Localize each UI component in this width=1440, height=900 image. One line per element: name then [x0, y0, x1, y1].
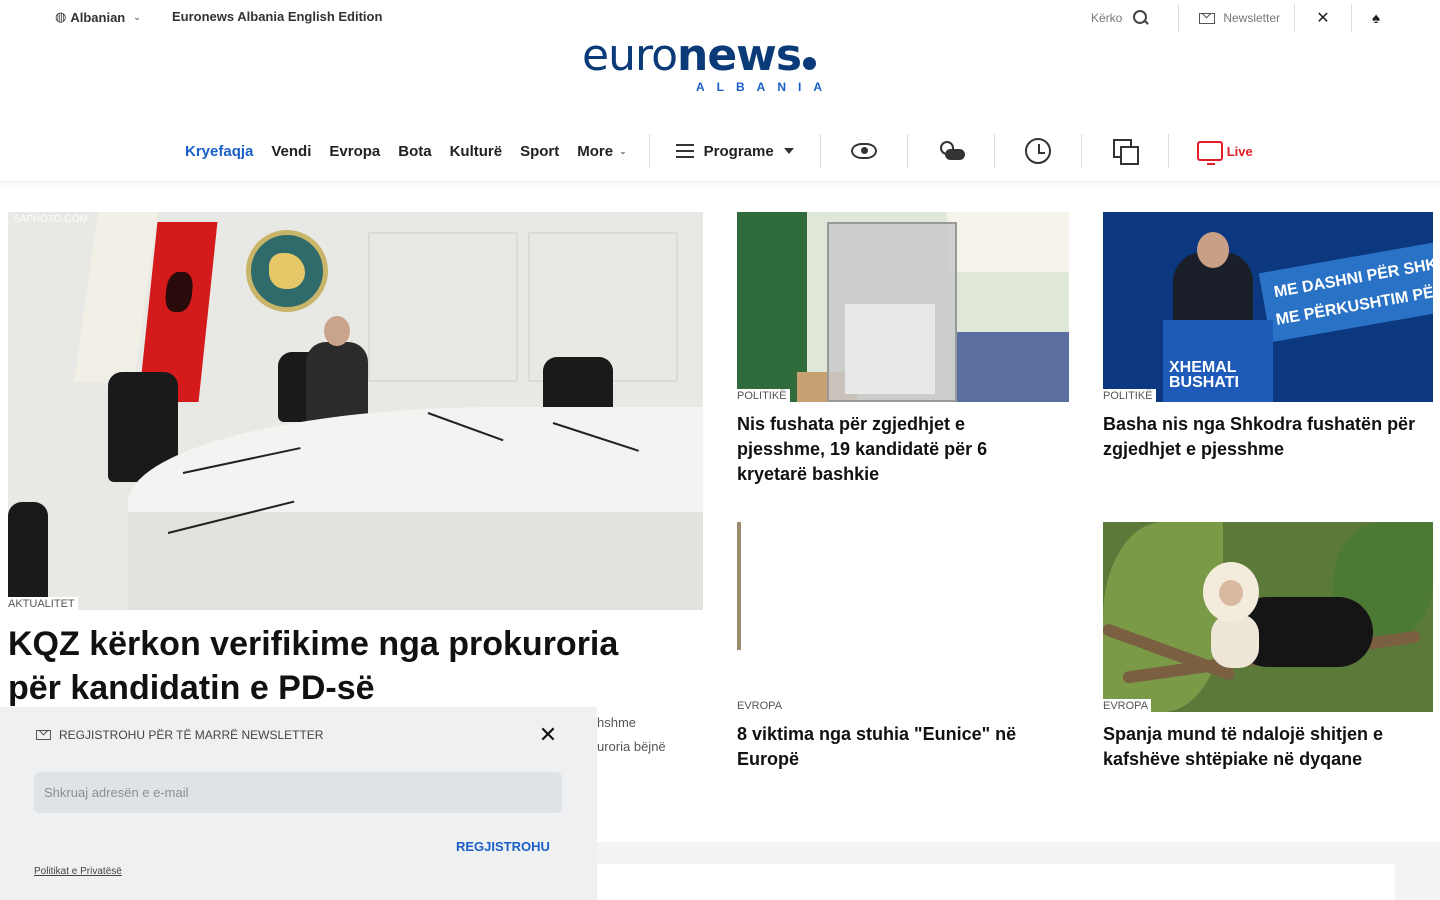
mail-icon [1199, 12, 1216, 24]
divider [1167, 134, 1169, 168]
article-image-ballot[interactable] [737, 212, 1069, 402]
eye-icon [850, 143, 877, 159]
newsletter-popup-title-text: REGJISTROHU PËR TË MARRË NEWSLETTER [59, 728, 324, 742]
lead-headline-line: për kandidatin e PD-së [8, 669, 375, 707]
logo-subtitle: ALBANIA [696, 80, 834, 94]
newsletter-button[interactable]: Newsletter [1179, 11, 1294, 25]
nav-item-evropa[interactable]: Evropa [329, 143, 380, 160]
divider [906, 134, 908, 168]
caret-down-icon [783, 148, 794, 154]
article-headline[interactable]: Spanja mund të ndalojë shitjen e kafshëv… [1103, 722, 1438, 772]
logo-wordmark: euronews [582, 30, 862, 82]
lead-category[interactable]: AKTUALITET [5, 597, 78, 611]
article-image-storm[interactable] [737, 522, 741, 650]
divider [648, 134, 650, 168]
english-edition-link[interactable]: Euronews Albania English Edition [172, 9, 382, 24]
lead-snippet-line: hshme [597, 715, 637, 730]
language-label: Albanian [70, 9, 126, 25]
podium: XHEMAL BUSHATI [1163, 320, 1273, 402]
chevron-down-icon: ⌄ [133, 11, 141, 22]
weather-button[interactable] [912, 120, 990, 182]
table-front [128, 512, 703, 610]
article-headline[interactable]: 8 viktima nga stuhia "Eunice" në Europë [737, 722, 1067, 772]
lead-headline[interactable]: KQZ kërkon verifikime nga prokuroria për… [8, 622, 708, 710]
chevron-down-icon: ⌄ [619, 145, 627, 156]
divider [1080, 134, 1082, 168]
bottom-card [597, 864, 1395, 900]
gallery-button[interactable] [1086, 120, 1164, 182]
nav-more-label: More [577, 142, 614, 160]
nav-item-sport[interactable]: Sport [520, 143, 559, 160]
live-button[interactable]: Live [1173, 141, 1253, 165]
logo-dot [803, 57, 817, 70]
programs-label: Programe [703, 142, 774, 160]
newsletter-popup-title: REGJISTROHU PËR TË MARRË NEWSLETTER [36, 728, 323, 742]
person-at-table [306, 316, 368, 422]
email-field[interactable] [34, 772, 562, 813]
divider [819, 134, 821, 168]
lead-snippet: hshme uroria bëjnë [597, 711, 666, 759]
nav-items: Kryefaqja Vendi Evropa Bota Kulturë Spor… [185, 120, 1253, 182]
logo-text-bold: news [677, 30, 802, 81]
mail-icon [36, 730, 51, 740]
article-category[interactable]: POLITIKË [734, 389, 790, 403]
article-image-politician[interactable]: ME DASHNI PËR SHK ME PËRKUSHTIM PË XHEMA… [1103, 212, 1433, 402]
weather-icon [937, 139, 965, 163]
search-icon[interactable] [1132, 9, 1150, 27]
lead-headline-line: KQZ kërkon verifikime nga prokuroria [8, 625, 619, 663]
tv-icon [1196, 141, 1223, 165]
nav-item-vendi[interactable]: Vendi [271, 143, 311, 160]
article-category[interactable]: EVROPA [1100, 699, 1152, 713]
nav-item-bota[interactable]: Bota [398, 143, 431, 160]
monkey-head [1203, 562, 1259, 622]
logo-text-light: euro [582, 30, 678, 81]
photo-credit: SAPHOTO.COM [13, 214, 88, 225]
list-icon [675, 144, 694, 158]
gallery-icon [1112, 139, 1139, 165]
euronews-albania-logo[interactable]: euronews ALBANIA [582, 30, 862, 94]
programs-dropdown[interactable]: Programe [654, 143, 816, 160]
lead-article-image[interactable]: SAPHOTO.COM [8, 212, 703, 610]
article-headline[interactable]: Basha nis nga Shkodra fushatën për zgjed… [1103, 412, 1433, 462]
nav-item-kulture[interactable]: Kulturë [450, 143, 503, 160]
more-icon[interactable]: ♠ [1352, 10, 1400, 27]
subscribe-button[interactable]: REGJISTROHU [456, 839, 550, 854]
live-label: Live [1226, 143, 1253, 159]
article-headline[interactable]: Nis fushata për zgjedhjet e pjesshme, 19… [737, 412, 1057, 487]
article-category[interactable]: POLITIKË [1100, 389, 1156, 403]
search-label[interactable]: Kërko [1091, 11, 1122, 25]
podium-text: XHEMAL BUSHATI [1169, 359, 1239, 391]
language-selector[interactable]: ◍ Albanian ⌄ [55, 9, 141, 25]
main-navigation: Kryefaqja Vendi Evropa Bota Kulturë Spor… [0, 120, 1440, 182]
x-logo-icon[interactable]: ✕ [1295, 8, 1351, 28]
clock-icon [1024, 138, 1051, 164]
utility-actions: Kërko Newsletter ✕ ♠ [1091, 4, 1400, 32]
close-icon[interactable]: ✕ [536, 723, 560, 747]
nav-more-dropdown[interactable]: More ⌄ [577, 143, 626, 160]
watch-button[interactable] [825, 120, 903, 182]
lead-snippet-line: uroria bëjnë [597, 739, 666, 754]
cec-seal-image [246, 230, 328, 312]
article-category[interactable]: EVROPA [734, 699, 786, 713]
article-image-monkey[interactable] [1103, 522, 1433, 712]
privacy-policy-link[interactable]: Politikat e Privatësë [34, 866, 122, 877]
globe-icon: ◍ [55, 9, 67, 24]
newsletter-label: Newsletter [1223, 11, 1280, 25]
nav-item-kryefaqja[interactable]: Kryefaqja [185, 143, 253, 160]
newsletter-popup: REGJISTROHU PËR TË MARRË NEWSLETTER ✕ RE… [0, 707, 597, 900]
latest-news-button[interactable] [999, 120, 1077, 182]
chair [8, 502, 48, 610]
ballot-box [827, 222, 957, 402]
divider [993, 134, 995, 168]
wall-panel [368, 232, 518, 382]
